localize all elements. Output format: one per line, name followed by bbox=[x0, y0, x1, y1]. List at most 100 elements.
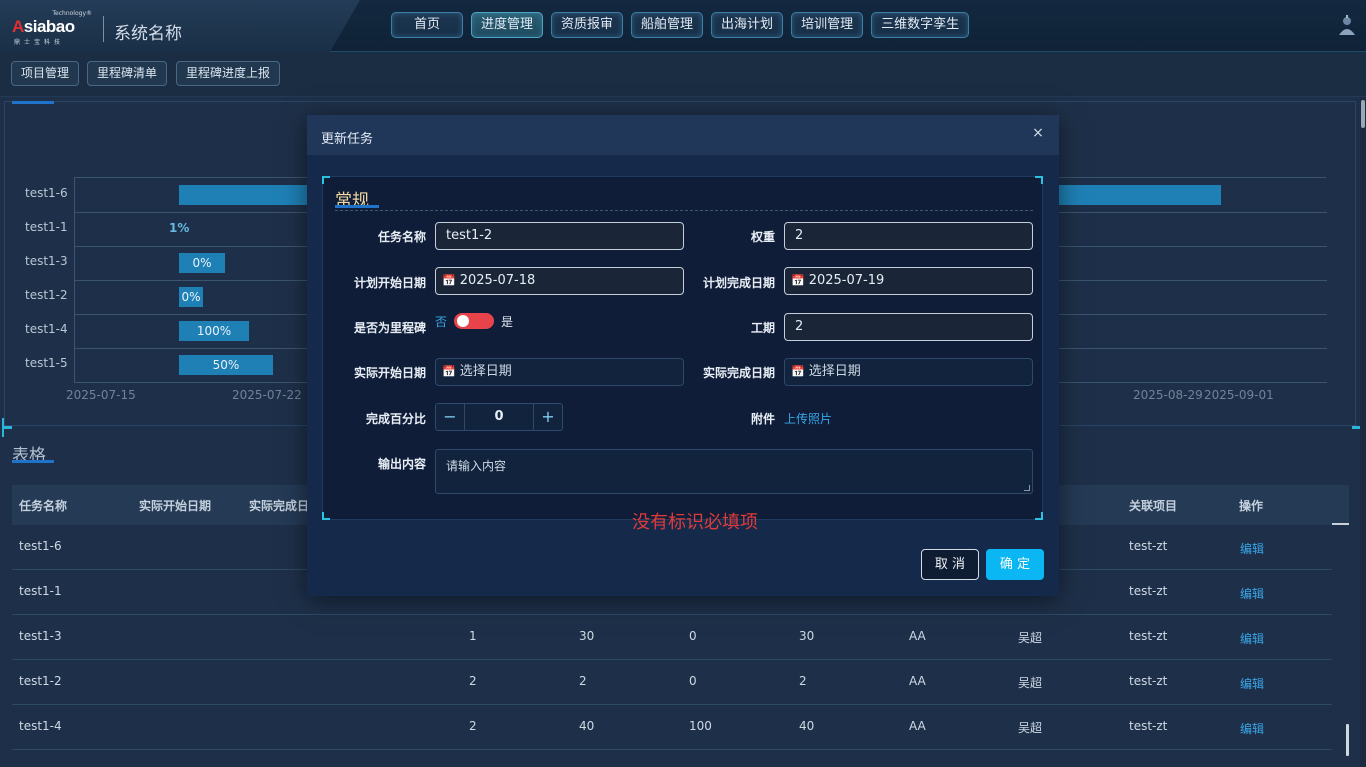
td-c4: 30 bbox=[799, 629, 815, 643]
nav-training[interactable]: 培训管理 bbox=[791, 12, 864, 38]
dialog-header: 更新任务 × bbox=[307, 115, 1059, 155]
edit-link[interactable]: 编辑 bbox=[1240, 585, 1264, 602]
section-accent bbox=[12, 460, 54, 463]
td-c3: 0 bbox=[689, 629, 697, 643]
percent-value[interactable]: 0 bbox=[464, 404, 534, 430]
calendar-icon: 📅 bbox=[791, 365, 805, 378]
panel-accent bbox=[12, 101, 54, 104]
actual-start-placeholder: 选择日期 bbox=[459, 364, 512, 379]
dialog-title: 更新任务 bbox=[321, 132, 374, 147]
close-icon[interactable]: × bbox=[1030, 125, 1046, 141]
td-c6: 吴超 bbox=[1018, 721, 1043, 735]
gantt-bar[interactable]: 0% bbox=[179, 253, 225, 273]
logo-word-rest: siabao bbox=[23, 17, 75, 36]
td-c5: AA bbox=[909, 719, 926, 733]
td-c5: AA bbox=[909, 629, 926, 643]
logo-cn-text: 鼎士宝科技 bbox=[14, 39, 65, 46]
gantt-bar[interactable]: 100% bbox=[179, 321, 249, 341]
nav-ships[interactable]: 船舶管理 bbox=[631, 12, 704, 38]
form-group-accent bbox=[335, 205, 379, 208]
label-duration: 工期 bbox=[750, 321, 775, 335]
td-c1: 1 bbox=[469, 629, 477, 643]
form-corner-tr bbox=[1035, 176, 1043, 184]
plan-start-date-input[interactable]: 📅 2025-07-18 bbox=[435, 267, 684, 295]
nav-digital-twin[interactable]: 三维数字孪生 bbox=[871, 12, 970, 38]
nav-qualification[interactable]: 资质报审 bbox=[551, 12, 624, 38]
form-group-divider bbox=[335, 210, 1033, 211]
brand-divider bbox=[103, 16, 104, 42]
label-plan-end: 计划完成日期 bbox=[702, 276, 775, 290]
percent-stepper: − 0 + bbox=[435, 403, 563, 431]
minus-icon[interactable]: − bbox=[436, 404, 464, 430]
td-c6: 吴超 bbox=[1018, 631, 1043, 645]
subnav-milestone-report[interactable]: 里程碑进度上报 bbox=[176, 61, 281, 86]
plus-icon[interactable]: + bbox=[534, 404, 562, 430]
table-row: test1-3 1 30 0 30 AA 吴超 test-zt 编辑 bbox=[12, 615, 1332, 660]
edit-link[interactable]: 编辑 bbox=[1240, 720, 1264, 737]
required-note: 没有标识必填项 bbox=[632, 512, 758, 533]
cancel-button[interactable]: 取 消 bbox=[921, 549, 979, 580]
gantt-bar[interactable]: 50% bbox=[179, 355, 273, 375]
td-c1: 2 bbox=[469, 674, 477, 688]
page-scroll-thumb[interactable] bbox=[1361, 100, 1365, 128]
plan-end-date-input[interactable]: 📅 2025-07-19 bbox=[784, 267, 1033, 295]
calendar-icon: 📅 bbox=[442, 365, 456, 378]
switch-knob bbox=[457, 315, 469, 327]
subnav-milestones[interactable]: 里程碑清单 bbox=[87, 61, 168, 86]
logo-word-a: A bbox=[12, 17, 24, 36]
label-milestone: 是否为里程碑 bbox=[353, 321, 426, 335]
resize-handle[interactable] bbox=[1024, 485, 1030, 491]
td-c2: 2 bbox=[579, 674, 587, 688]
milestone-switch-off-label: 否 bbox=[435, 315, 448, 329]
td-c6: 吴超 bbox=[1018, 676, 1043, 690]
calendar-icon: 📅 bbox=[791, 274, 805, 287]
actual-end-date-input[interactable]: 📅 选择日期 bbox=[784, 358, 1033, 386]
table-row: test1-4 2 40 100 40 AA 吴超 test-zt 编辑 bbox=[12, 705, 1332, 750]
axis-tick: 2025-08-29 bbox=[1133, 388, 1203, 402]
weight-input[interactable]: 2 bbox=[784, 222, 1033, 250]
nav-home[interactable]: 首页 bbox=[391, 12, 463, 38]
page-scrollbar[interactable] bbox=[1360, 97, 1366, 767]
edit-link[interactable]: 编辑 bbox=[1240, 630, 1264, 647]
calendar-icon: 📅 bbox=[442, 274, 456, 287]
axis-tick: 2025-07-15 bbox=[66, 388, 136, 402]
table-row: test1-2 2 2 0 2 AA 吴超 test-zt 编辑 bbox=[12, 660, 1332, 705]
user-icon[interactable] bbox=[1337, 15, 1357, 37]
subnav-projects[interactable]: 项目管理 bbox=[11, 61, 80, 86]
nav-sea-plan[interactable]: 出海计划 bbox=[711, 12, 784, 38]
th-project: 关联项目 bbox=[1129, 499, 1178, 513]
td-task-name: test1-4 bbox=[19, 719, 62, 733]
top-bar: Technology® Asiabao 鼎士宝科技 系统名称 首页 进度管理 资… bbox=[0, 0, 1366, 52]
td-task-name: test1-3 bbox=[19, 629, 62, 643]
milestone-switch[interactable] bbox=[454, 313, 494, 329]
td-task-name: test1-1 bbox=[19, 584, 62, 598]
confirm-button[interactable]: 确 定 bbox=[986, 549, 1044, 580]
gantt-row-label: test1-4 bbox=[25, 322, 68, 336]
output-textarea[interactable]: 请输入内容 bbox=[435, 449, 1033, 494]
th-actions: 操作 bbox=[1239, 499, 1264, 513]
td-c4: 2 bbox=[799, 674, 807, 688]
plan-start-value: 2025-07-18 bbox=[459, 273, 536, 288]
table-scroll-thumb[interactable] bbox=[1346, 724, 1349, 756]
panel-corner-tl bbox=[2, 427, 12, 437]
duration-input[interactable]: 2 bbox=[784, 313, 1033, 341]
edit-link[interactable]: 编辑 bbox=[1240, 675, 1264, 692]
actual-start-date-input[interactable]: 📅 选择日期 bbox=[435, 358, 684, 386]
th-task-name: 任务名称 bbox=[19, 499, 68, 513]
td-c1: 2 bbox=[469, 719, 477, 733]
label-attachment: 附件 bbox=[750, 412, 775, 426]
gantt-row-label: test1-3 bbox=[25, 254, 68, 268]
gantt-bar[interactable]: 0% bbox=[179, 287, 203, 307]
output-placeholder: 请输入内容 bbox=[446, 459, 507, 473]
nav-progress[interactable]: 进度管理 bbox=[471, 12, 544, 38]
td-project: test-zt bbox=[1129, 719, 1168, 733]
form-corner-br bbox=[1035, 512, 1043, 520]
form-corner-bl bbox=[322, 512, 330, 520]
upload-photo-link[interactable]: 上传照片 bbox=[784, 410, 832, 427]
plan-end-value: 2025-07-19 bbox=[808, 273, 885, 288]
td-task-name: test1-2 bbox=[19, 674, 62, 688]
task-name-input[interactable]: test1-2 bbox=[435, 222, 684, 250]
td-project: test-zt bbox=[1129, 674, 1168, 688]
label-plan-start: 计划开始日期 bbox=[353, 276, 426, 290]
edit-link[interactable]: 编辑 bbox=[1240, 540, 1264, 557]
